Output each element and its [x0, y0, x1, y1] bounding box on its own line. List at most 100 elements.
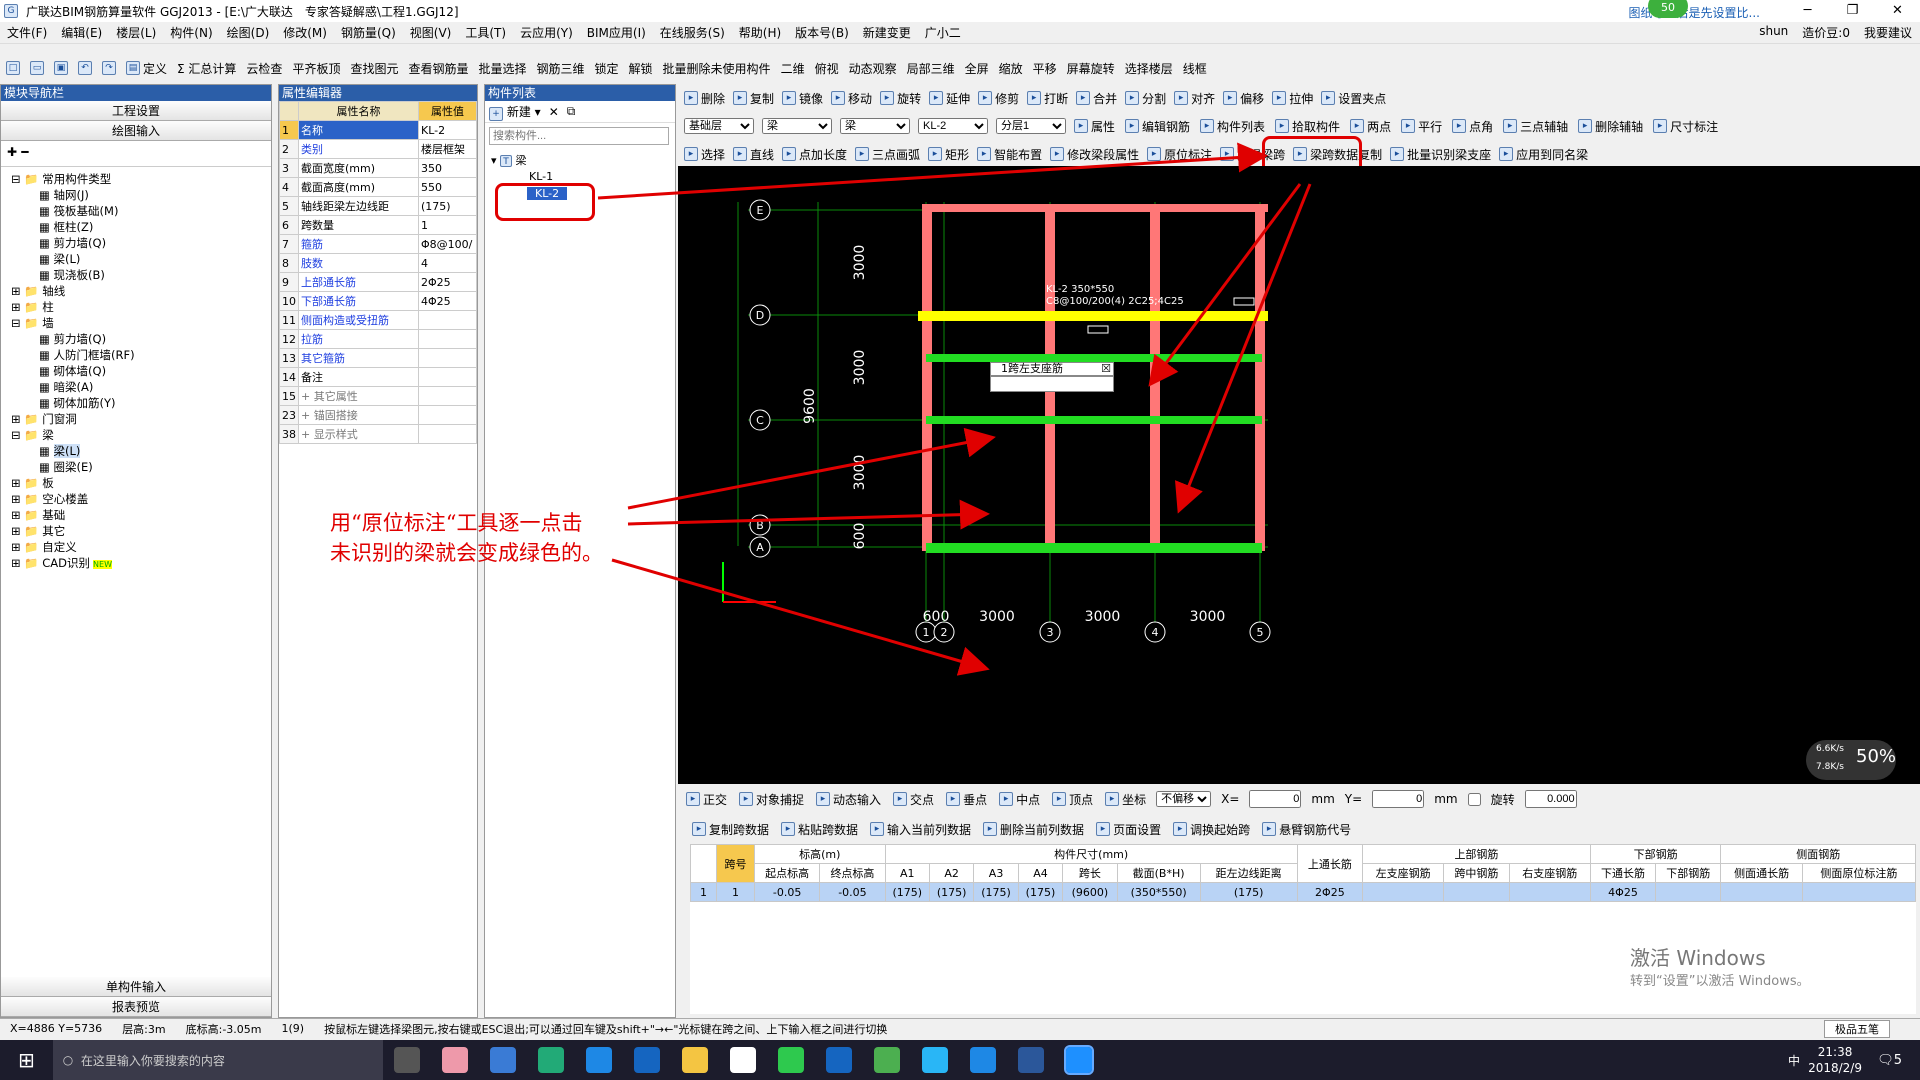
tool-unlock[interactable]: 解锁	[629, 60, 653, 77]
property-value[interactable]: 1	[418, 215, 477, 235]
store-icon[interactable]	[729, 1047, 756, 1073]
edit-tool-1[interactable]: ▸ 复制	[733, 90, 774, 107]
menu-help[interactable]: 帮助(H)	[732, 24, 788, 41]
menu-bim[interactable]: BIM应用(I)	[580, 24, 653, 41]
tool-top-view[interactable]: 俯视	[815, 60, 839, 77]
tool-screen-rotate[interactable]: 屏幕旋转	[1067, 60, 1115, 77]
snap-option-3[interactable]: ▸ 交点	[893, 791, 934, 808]
edit-tool-10[interactable]: ▸ 对齐	[1174, 90, 1215, 107]
span-tool-5[interactable]: ▸ 调换起始跨	[1173, 821, 1250, 838]
save-icon[interactable]: ▣	[54, 61, 68, 75]
close-button[interactable]: ✕	[1875, 0, 1920, 22]
delete-icon[interactable]: ✕	[549, 105, 559, 119]
tool-lock[interactable]: 锁定	[595, 60, 619, 77]
menu-online[interactable]: 在线服务(S)	[653, 24, 732, 41]
property-row[interactable]: 5 轴线距梁左边线距 (175)	[279, 196, 477, 216]
collapse-all-icon[interactable]: ━	[21, 145, 28, 159]
expand-toggle-icon[interactable]: ⊟	[11, 172, 24, 186]
cell-span-length[interactable]: (9600)	[1062, 882, 1118, 902]
drawing-input-button[interactable]: 绘图输入	[1, 121, 271, 141]
edge-icon[interactable]	[585, 1047, 612, 1073]
cost-label[interactable]: 造价豆:0	[1802, 24, 1850, 41]
edit-tool-3[interactable]: ▸ 移动	[831, 90, 872, 107]
property-tool-0[interactable]: ▸ 属性	[1074, 118, 1115, 135]
tool-orbit[interactable]: 动态观察	[849, 60, 897, 77]
draw-tool-2[interactable]: ▸ 点加长度	[782, 146, 847, 163]
snap-option-2[interactable]: ▸ 动态输入	[816, 791, 881, 808]
task-view-icon[interactable]	[393, 1047, 420, 1073]
nav-tree-item[interactable]: ▦ 砌体墙(Q)	[3, 363, 269, 379]
ie-icon[interactable]	[489, 1047, 516, 1073]
drawing-canvas[interactable]: E D C B A 1 2 3 4 5 3000 3000 3000 600 9600 600 3000 3000…	[678, 166, 1920, 784]
cell-a3[interactable]: (175)	[973, 882, 1019, 902]
edit-tool-12[interactable]: ▸ 拉伸	[1272, 90, 1313, 107]
nav-tree-item[interactable]: ▦ 剪力墙(Q)	[3, 235, 269, 251]
menu-floor[interactable]: 楼层(L)	[109, 24, 163, 41]
expand-toggle-icon[interactable]: ⊞	[11, 412, 24, 426]
app-icon-t[interactable]	[921, 1047, 948, 1073]
element-select[interactable]: KL-2	[918, 118, 988, 134]
span-tool-4[interactable]: ▸ 页面设置	[1096, 821, 1161, 838]
property-row[interactable]: 3 截面宽度(mm) 350	[279, 158, 477, 178]
draw-tool-6[interactable]: ▸ 修改梁段属性	[1050, 146, 1139, 163]
nav-tree-item[interactable]: ⊞ 📁 其它	[3, 523, 269, 539]
left-support-rebar-input[interactable]	[990, 376, 1114, 392]
open-file-icon[interactable]: ▭	[30, 61, 44, 75]
snap-option-1[interactable]: ▸ 对象捕捉	[739, 791, 804, 808]
property-row[interactable]: 4 截面高度(mm) 550	[279, 177, 477, 197]
snap-option-4[interactable]: ▸ 垂点	[946, 791, 987, 808]
nav-tree-item[interactable]: ⊞ 📁 空心楼盖	[3, 491, 269, 507]
draw-tool-11[interactable]: ▸ 应用到同名梁	[1499, 146, 1588, 163]
expand-toggle-icon[interactable]: ⊞	[11, 508, 24, 522]
property-row[interactable]: 38 + 显示样式	[279, 424, 477, 444]
span-tool-6[interactable]: ▸ 悬臂钢筋代号	[1262, 821, 1351, 838]
menu-guang-xiao-er[interactable]: 广小二	[918, 24, 968, 41]
tool-cloud-check[interactable]: 云检查	[246, 60, 282, 77]
app-icon-green[interactable]	[873, 1047, 900, 1073]
edit-tool-4[interactable]: ▸ 旋转	[880, 90, 921, 107]
nav-tree-item[interactable]: ▦ 梁(L)	[3, 443, 269, 459]
new-file-icon[interactable]: □	[6, 61, 20, 75]
expand-toggle-icon[interactable]: ⊞	[11, 476, 24, 490]
clock[interactable]: 21:38 2018/2/9	[1808, 1044, 1862, 1076]
expand-toggle-icon[interactable]: ⊞	[11, 284, 24, 298]
explorer-icon[interactable]	[681, 1047, 708, 1073]
property-tool-6[interactable]: ▸ 点角	[1452, 118, 1493, 135]
cell-left-support[interactable]	[1362, 882, 1445, 902]
property-row[interactable]: 7 箍筋 Φ8@100/	[279, 234, 477, 254]
menu-edit[interactable]: 编辑(E)	[54, 24, 109, 41]
glodon-icon[interactable]	[633, 1047, 660, 1073]
edit-tool-9[interactable]: ▸ 分割	[1125, 90, 1166, 107]
tool-define[interactable]: ▤ 定义	[126, 60, 167, 77]
menu-new-change[interactable]: 新建变更	[856, 24, 918, 41]
tool-2d[interactable]: 二维	[781, 60, 805, 77]
offset-mode-select[interactable]: 不偏移	[1156, 791, 1212, 807]
property-value[interactable]	[418, 348, 477, 368]
undo-icon[interactable]: ↶	[78, 61, 92, 75]
edit-tool-0[interactable]: ▸ 删除	[684, 90, 725, 107]
property-row[interactable]: 10 下部通长筋 4Φ25	[279, 291, 477, 311]
tool-view-rebar[interactable]: 查看钢筋量	[408, 60, 468, 77]
user-name[interactable]: shun	[1759, 24, 1788, 41]
menu-file[interactable]: 文件(F)	[0, 24, 54, 41]
tool-find-element[interactable]: 查找图元	[350, 60, 398, 77]
property-row[interactable]: 12 拉筋	[279, 329, 477, 349]
property-value[interactable]: 2Φ25	[418, 272, 477, 292]
property-tool-2[interactable]: ▸ 构件列表	[1200, 118, 1265, 135]
help-label[interactable]: 我要建议	[1864, 24, 1912, 41]
span-tool-3[interactable]: ▸ 删除当前列数据	[983, 821, 1084, 838]
edit-tool-7[interactable]: ▸ 打断	[1027, 90, 1068, 107]
snap-option-5[interactable]: ▸ 中点	[999, 791, 1040, 808]
property-value[interactable]	[418, 329, 477, 349]
tree-root-beam[interactable]: ▾ T 梁	[491, 153, 669, 169]
edit-tool-6[interactable]: ▸ 修剪	[978, 90, 1019, 107]
report-preview-button[interactable]: 报表预览	[1, 997, 271, 1017]
draw-tool-3[interactable]: ▸ 三点画弧	[855, 146, 920, 163]
nav-tree-item[interactable]: ⊞ 📁 轴线	[3, 283, 269, 299]
property-value[interactable]: (175)	[418, 196, 477, 216]
property-value[interactable]	[418, 386, 477, 406]
nav-tree-item[interactable]: ⊞ 📁 板	[3, 475, 269, 491]
popup-close-icon[interactable]: ☒	[1101, 363, 1111, 375]
single-component-button[interactable]: 单构件输入	[1, 977, 271, 997]
cell-bottom-through[interactable]: 4Φ25	[1589, 882, 1657, 902]
